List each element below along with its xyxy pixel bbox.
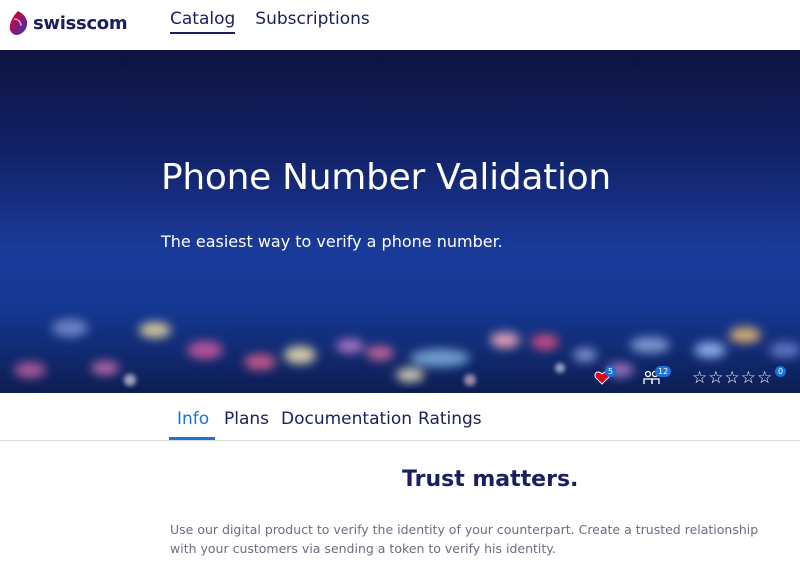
tab-plans[interactable]: Plans <box>224 409 269 429</box>
tab-ratings[interactable]: Ratings <box>418 409 482 429</box>
top-navigation-bar: swisscom Catalog Subscriptions <box>0 0 800 50</box>
active-tab-indicator <box>169 437 215 440</box>
rating-count-badge: 0 <box>775 366 787 377</box>
star-icon[interactable]: ☆ <box>757 368 772 388</box>
star-icon[interactable]: ☆ <box>741 368 756 388</box>
product-tabs: Info Plans Documentation Ratings <box>0 393 800 441</box>
star-icon[interactable]: ☆ <box>725 368 740 388</box>
hero-subtitle: The easiest way to verify a phone number… <box>161 232 503 251</box>
tab-documentation[interactable]: Documentation <box>281 409 412 429</box>
swisscom-logo-icon <box>9 11 28 35</box>
section-heading: Trust matters. <box>402 467 579 492</box>
hero-banner: Phone Number Validation The easiest way … <box>0 50 800 393</box>
rating-stars[interactable]: ☆ ☆ ☆ ☆ ☆ <box>692 368 772 388</box>
likes-count-badge: 5 <box>605 366 617 377</box>
main-nav: Catalog Subscriptions <box>170 9 370 34</box>
nav-catalog[interactable]: Catalog <box>170 9 236 34</box>
tab-info[interactable]: Info <box>177 409 209 429</box>
section-body-text: Use our digital product to verify the id… <box>170 522 759 556</box>
hero-stats: 5 12 ☆ ☆ ☆ ☆ ☆ 0 <box>592 366 796 390</box>
swisscom-logo[interactable]: swisscom <box>6 8 128 38</box>
nav-subscriptions[interactable]: Subscriptions <box>255 9 369 34</box>
brand-name: swisscom <box>33 12 128 34</box>
hero-background-image <box>14 319 800 386</box>
subscribers-count-badge: 12 <box>655 366 672 377</box>
star-icon[interactable]: ☆ <box>692 368 707 388</box>
hero-title: Phone Number Validation <box>161 157 611 198</box>
star-icon[interactable]: ☆ <box>708 368 723 388</box>
